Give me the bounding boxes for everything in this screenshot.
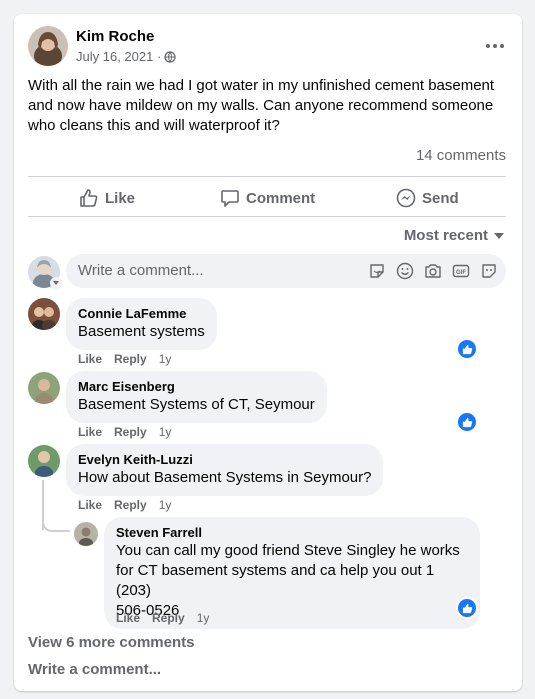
more-icon	[486, 44, 490, 48]
chevron-down-icon	[53, 281, 59, 285]
reply-reply-link[interactable]: Reply	[152, 611, 185, 625]
comment-actions: Like Reply 1y	[78, 425, 171, 439]
avatar-menu-chevron[interactable]	[50, 277, 62, 289]
reply-thread-connector	[42, 518, 70, 532]
divider	[28, 216, 506, 217]
reply-text-line: You can call my good friend Steve Single…	[116, 542, 460, 559]
like-reaction-icon[interactable]	[458, 599, 476, 617]
reply-avatar[interactable]	[74, 522, 98, 546]
thumbs-up-icon	[80, 189, 98, 207]
svg-text:GIF: GIF	[456, 270, 466, 276]
comment-time[interactable]: 1y	[159, 498, 172, 512]
comment-icon	[221, 190, 239, 207]
post-date-text: July 16, 2021 ·	[76, 49, 162, 64]
comment-like-link[interactable]: Like	[78, 498, 102, 512]
comment-button-label: Comment	[246, 189, 316, 207]
like-reaction-icon[interactable]	[458, 340, 476, 358]
reply-text-line: for CT basement systems and ca help you …	[116, 562, 435, 599]
comment-time[interactable]: 1y	[159, 425, 172, 439]
comment-time[interactable]: 1y	[159, 352, 172, 366]
avatar-sticker-icon[interactable]	[480, 262, 498, 280]
comments-count-link[interactable]: 14 comments	[416, 147, 506, 164]
commenter-avatar[interactable]	[28, 372, 60, 404]
emoji-icon[interactable]	[396, 262, 414, 280]
view-more-comments-link[interactable]: View 6 more comments	[28, 634, 194, 651]
sort-comments-dropdown[interactable]: Most recent	[404, 227, 504, 244]
like-reaction-icon[interactable]	[458, 413, 476, 431]
comment-button[interactable]: Comment	[220, 186, 315, 210]
comment-actions: Like Reply 1y	[78, 498, 171, 512]
post-text: With all the rain we had I got water in …	[28, 77, 495, 134]
comment-reply-link[interactable]: Reply	[114, 352, 147, 366]
post-author-name[interactable]: Kim Roche	[76, 28, 154, 45]
comment-input-placeholder: Write a comment...	[78, 262, 204, 279]
send-button-label: Send	[422, 189, 459, 207]
comment-input[interactable]: Write a comment... GIF	[66, 254, 506, 288]
comment-bubble: Evelyn Keith-Luzzi How about Basement Sy…	[66, 444, 384, 496]
post-card: Kim Roche July 16, 2021 · With all the r…	[14, 14, 522, 691]
comment-reply-link[interactable]: Reply	[114, 498, 147, 512]
sort-label: Most recent	[403, 227, 488, 244]
comment-actions: Like Reply 1y	[78, 352, 171, 366]
commenter-name[interactable]: Evelyn Keith-Luzzi	[78, 452, 371, 468]
commenter-name[interactable]: Marc Eisenberg	[78, 379, 315, 395]
messenger-icon	[396, 188, 416, 208]
caret-down-icon	[494, 232, 504, 239]
post-date: July 16, 2021 ·	[76, 49, 176, 64]
commenter-avatar[interactable]	[28, 445, 60, 477]
author-avatar[interactable]	[28, 26, 68, 66]
reply-author-name[interactable]: Steven Farrell	[116, 525, 468, 541]
comment-like-link[interactable]: Like	[78, 352, 102, 366]
camera-icon[interactable]	[424, 262, 442, 280]
comment-bubble: Connie LaFemme Basement systems	[66, 298, 217, 350]
comment-reply-link[interactable]: Reply	[114, 425, 147, 439]
reply-time[interactable]: 1y	[197, 611, 210, 625]
commenter-name[interactable]: Connie LaFemme	[78, 306, 205, 322]
comment-bubble: Marc Eisenberg Basement Systems of CT, S…	[66, 371, 327, 423]
commenter-avatar[interactable]	[28, 298, 60, 330]
reply-actions: Like Reply 1y	[116, 611, 209, 625]
comment-like-link[interactable]: Like	[78, 425, 102, 439]
like-button-label: Like	[105, 189, 136, 207]
divider	[28, 176, 506, 177]
more-options-button[interactable]	[482, 38, 508, 54]
globe-icon	[164, 50, 176, 63]
gif-icon[interactable]: GIF	[452, 262, 470, 280]
comment-text: Basement systems	[78, 323, 205, 340]
reply-like-link[interactable]: Like	[116, 611, 140, 625]
sticker-icon[interactable]	[368, 262, 386, 280]
comment-text: How about Basement Systems in Seymour?	[78, 469, 372, 486]
write-comment-link[interactable]: Write a comment...	[28, 661, 161, 678]
like-button[interactable]: Like	[79, 186, 135, 210]
send-button[interactable]: Send	[396, 186, 459, 210]
comment-text: Basement Systems of CT, Seymour	[78, 396, 315, 413]
